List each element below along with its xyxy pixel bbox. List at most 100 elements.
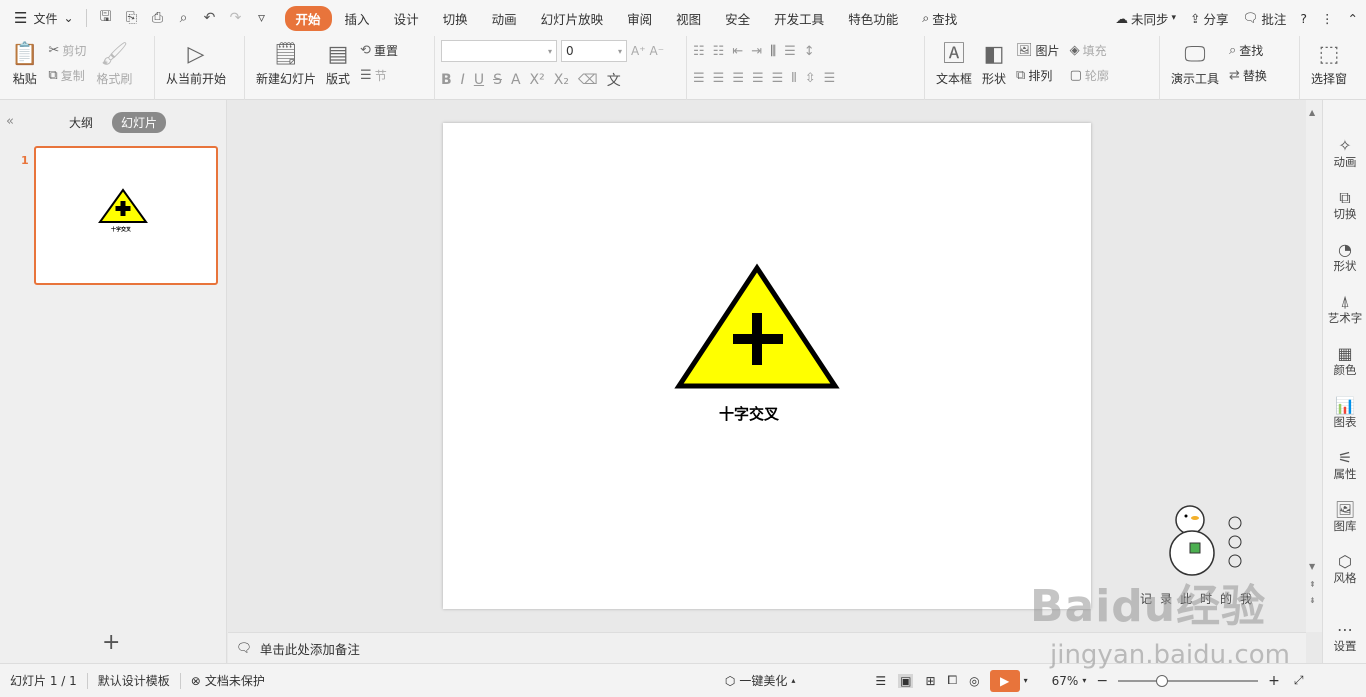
cut-button[interactable]: ✂ 剪切 <box>48 42 86 59</box>
picture-button[interactable]: 🖼 图片 <box>1016 42 1060 59</box>
tab-slides[interactable]: 幻灯片 <box>112 112 167 133</box>
align-center-icon[interactable]: ☰ <box>713 71 725 86</box>
fit-window-icon[interactable]: ⤢ <box>1294 673 1304 688</box>
align-left-icon[interactable]: ☰ <box>693 71 705 86</box>
tab-developer[interactable]: 开发工具 <box>763 6 835 31</box>
justify-icon[interactable]: ☰ <box>752 71 764 86</box>
redo-icon[interactable]: ↷ <box>225 10 247 26</box>
pane-chart[interactable]: 📊 图表 <box>1323 396 1366 430</box>
zoom-slider-thumb[interactable] <box>1156 674 1169 687</box>
reading-view-icon[interactable]: ⧠ <box>948 673 958 688</box>
tab-design[interactable]: 设计 <box>383 6 430 31</box>
notes-placeholder[interactable]: 单击此处添加备注 <box>260 639 360 658</box>
help-button[interactable]: ? <box>1300 11 1307 26</box>
zoom-in-icon[interactable]: + <box>1268 673 1280 689</box>
share-button[interactable]: ⇪ 分享 <box>1190 9 1229 28</box>
font-size-select[interactable]: 0 ▾ <box>561 40 627 62</box>
print-preview-icon[interactable]: ⌕ <box>173 10 195 26</box>
notes-view-icon[interactable]: ☰ <box>875 674 886 688</box>
align-right-icon[interactable]: ☰ <box>732 71 744 86</box>
file-menu[interactable]: ☰ 文件 ⌄ <box>0 0 82 36</box>
zoom-level[interactable]: 67% ▾ <box>1042 674 1097 688</box>
more-icon[interactable]: ⋮ <box>1321 11 1334 26</box>
pane-color[interactable]: ▦ 颜色 <box>1323 344 1366 378</box>
numbered-list-icon[interactable]: ☷ <box>713 44 725 59</box>
indent-settings-icon[interactable]: ☰ <box>824 71 836 86</box>
subscript-icon[interactable]: X₂ <box>554 72 569 88</box>
beautify-button[interactable]: ⬡ 一键美化 ▴ <box>715 672 806 689</box>
pane-wordart[interactable]: ⍋ 艺术字 <box>1323 292 1366 326</box>
bullet-list-icon[interactable]: ☷ <box>693 44 705 59</box>
italic-icon[interactable]: I <box>461 72 465 88</box>
tab-special[interactable]: 特色功能 <box>837 6 909 31</box>
superscript-icon[interactable]: X² <box>530 72 545 88</box>
new-slide-button[interactable]: 🗒 新建幻灯片 <box>251 40 321 96</box>
tab-animation[interactable]: 动画 <box>481 6 528 31</box>
increase-font-icon[interactable]: A⁺ <box>631 44 646 58</box>
fill-button[interactable]: ◈ 填充 <box>1070 42 1109 59</box>
strikethrough-icon[interactable]: S <box>493 72 502 88</box>
tab-view[interactable]: 视图 <box>665 6 712 31</box>
paragraph-spacing-icon[interactable]: ⇳ <box>805 71 816 86</box>
arrange-button[interactable]: ⧉ 排列 <box>1016 67 1060 84</box>
decrease-indent-icon[interactable]: ⇤ <box>732 44 743 59</box>
select-pane-button[interactable]: ⬚ 选择窗 <box>1306 40 1352 96</box>
search-button[interactable]: ⌕ 查找 <box>911 6 968 31</box>
tab-review[interactable]: 审阅 <box>616 6 663 31</box>
find-button[interactable]: ⌕ 查找 <box>1229 42 1267 59</box>
collapse-pane-icon[interactable]: « <box>6 114 14 129</box>
bold-icon[interactable]: B <box>441 72 452 88</box>
section-button[interactable]: ☰ 节 <box>360 67 398 84</box>
font-name-select[interactable]: ▾ <box>441 40 557 62</box>
pane-settings[interactable]: ⋯ 设置 <box>1323 620 1366 654</box>
text-direction-icon[interactable]: ⫼ <box>770 44 776 59</box>
pane-properties[interactable]: ⚟ 属性 <box>1323 448 1366 482</box>
outline-button[interactable]: ▢ 轮廓 <box>1070 67 1109 84</box>
tab-security[interactable]: 安全 <box>714 6 761 31</box>
tab-transition[interactable]: 切换 <box>432 6 479 31</box>
textbox-button[interactable]: 🄰 文本框 <box>931 40 977 96</box>
sorter-view-icon[interactable]: ⊞ <box>925 674 935 688</box>
comment-button[interactable]: 🗨 批注 <box>1242 9 1286 28</box>
save-icon[interactable]: 🖫 <box>95 6 117 30</box>
pane-gallery[interactable]: 🖼 图库 <box>1323 500 1366 534</box>
chevron-down-icon[interactable]: ▾ <box>1024 676 1028 685</box>
from-current-button[interactable]: ▷ 从当前开始 <box>161 40 231 96</box>
add-slide-icon[interactable]: + <box>102 630 120 655</box>
pinyin-icon[interactable]: 文 <box>607 70 621 90</box>
presentation-tools-button[interactable]: 🖵 演示工具 <box>1166 40 1224 96</box>
pane-animation[interactable]: ✧ 动画 <box>1323 136 1366 170</box>
template-name[interactable]: 默认设计模板 <box>88 672 180 689</box>
zoom-slider[interactable] <box>1118 674 1259 687</box>
customize-toolbar-icon[interactable]: ▿ <box>251 10 273 26</box>
distribute-icon[interactable]: ☰ <box>772 71 784 86</box>
line-spacing-icon[interactable]: ↕ <box>804 44 815 59</box>
reset-button[interactable]: ⟲ 重置 <box>360 42 398 59</box>
sign-caption[interactable]: 十字交叉 <box>719 403 779 424</box>
clear-format-icon[interactable]: ⌫ <box>578 72 598 88</box>
tab-slideshow[interactable]: 幻灯片放映 <box>530 6 615 31</box>
pane-shape[interactable]: ◔ 形状 <box>1323 240 1366 274</box>
next-slide-icon[interactable]: ⇟ <box>1309 596 1316 605</box>
warning-sign[interactable] <box>443 123 1091 609</box>
tab-home[interactable]: 开始 <box>284 5 332 31</box>
font-color-icon[interactable]: A <box>511 72 521 88</box>
copy-button[interactable]: ⧉ 复制 <box>48 67 86 84</box>
protection-status[interactable]: ⊗ 文档未保护 <box>181 672 275 689</box>
collapse-ribbon-icon[interactable]: ⌃ <box>1348 11 1358 26</box>
pane-style[interactable]: ⬡ 风格 <box>1323 552 1366 586</box>
scroll-down-icon[interactable]: ▼ <box>1309 562 1315 571</box>
export-icon[interactable]: ⎘ <box>121 10 143 26</box>
slide-thumbnail[interactable]: 十字交叉 <box>34 146 218 285</box>
replace-button[interactable]: ⇄ 替换 <box>1229 67 1267 84</box>
shape-button[interactable]: ◧ 形状 <box>977 40 1011 96</box>
align-text-icon[interactable]: ☰ <box>784 44 796 59</box>
undo-icon[interactable]: ↶ <box>199 10 221 26</box>
tab-outline[interactable]: 大纲 <box>60 112 102 133</box>
vertical-scrollbar[interactable]: ▲ ▼ ⇞ ⇟ <box>1306 100 1322 632</box>
prev-slide-icon[interactable]: ⇞ <box>1309 580 1316 589</box>
presenter-view-icon[interactable]: ◎ <box>969 674 979 688</box>
column-icon[interactable]: ⫴ <box>791 71 796 86</box>
increase-indent-icon[interactable]: ⇥ <box>751 44 762 59</box>
paste-button[interactable]: 📋 粘贴 <box>6 40 43 96</box>
